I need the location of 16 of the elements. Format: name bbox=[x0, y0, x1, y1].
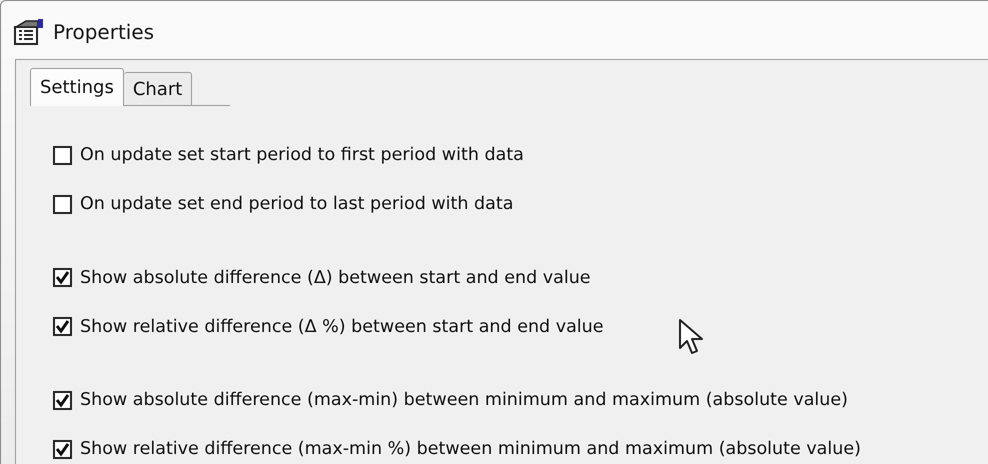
checkbox-label: On update set start period to first period with data bbox=[80, 144, 524, 167]
properties-icon bbox=[13, 18, 45, 46]
checkbox[interactable] bbox=[53, 194, 72, 214]
tab[interactable]: Chart bbox=[124, 72, 192, 105]
tab[interactable]: Settings bbox=[30, 68, 124, 106]
checkbox-label: Show relative difference (Δ %) between start and end value bbox=[80, 316, 604, 339]
checkbox[interactable] bbox=[53, 317, 72, 336]
checkbox[interactable] bbox=[53, 390, 72, 410]
window-title: Properties bbox=[53, 19, 154, 46]
checkbox-label: Show absolute difference (Δ) between start and end value bbox=[80, 266, 591, 290]
checkbox[interactable] bbox=[53, 268, 72, 288]
checkbox-label: Show absolute difference (max-min) between minimum and maximum (absolute value) bbox=[80, 389, 848, 412]
checkbox-label: Show relative difference (max-min %) between minimum and maximum (absolute value) bbox=[80, 438, 861, 462]
checkbox-label: On update set end period to last period with data bbox=[80, 193, 514, 216]
checkbox[interactable] bbox=[53, 146, 72, 165]
checkbox[interactable] bbox=[53, 440, 72, 459]
